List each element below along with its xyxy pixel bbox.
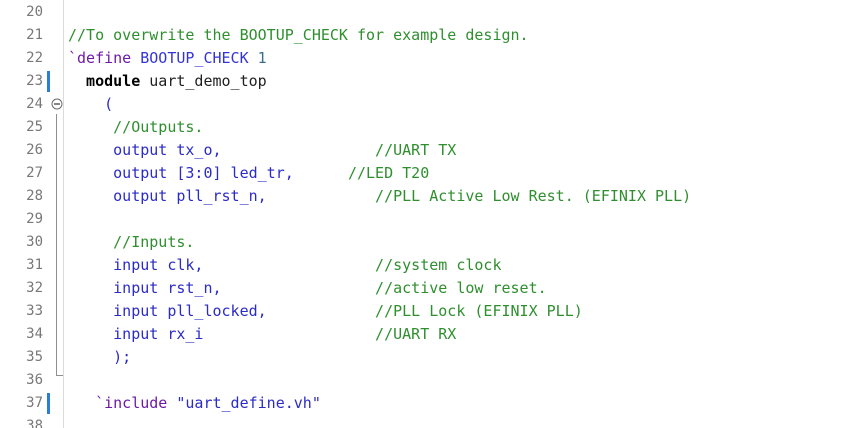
code-token: //To overwrite the BOOTUP_CHECK for exam… — [68, 26, 529, 44]
change-marker — [47, 393, 50, 414]
line-number: 21 — [26, 27, 43, 43]
line-number: 38 — [26, 418, 43, 428]
line-number: 25 — [26, 119, 43, 135]
code-token: //UART TX — [221, 141, 457, 159]
line-number: 29 — [26, 211, 43, 227]
code-text: ( — [68, 93, 113, 116]
code-line[interactable]: 23 module uart_demo_top — [0, 70, 843, 93]
code-token: input pll_locked, — [68, 302, 267, 320]
code-token: `include — [68, 394, 168, 412]
line-number: 20 — [26, 4, 43, 20]
line-number: 34 — [26, 326, 43, 342]
code-token: `define — [68, 49, 132, 67]
code-token: output tx_o, — [68, 141, 222, 159]
code-line[interactable]: 22 `define BOOTUP_CHECK 1 — [0, 47, 843, 70]
fold-range-end — [56, 375, 63, 376]
code-text: input clk, //system clock — [68, 254, 501, 277]
code-token: //Outputs. — [68, 118, 204, 136]
code-line[interactable]: 32 input rst_n, //active low reset. — [0, 277, 843, 300]
code-line[interactable]: 30 //Inputs. — [0, 231, 843, 254]
code-line[interactable]: 31 input clk, //system clock — [0, 254, 843, 277]
code-text: //Inputs. — [68, 231, 194, 254]
code-token: //UART RX — [203, 325, 457, 343]
line-number: 26 — [26, 142, 43, 158]
line-number: 35 — [26, 349, 43, 365]
code-token: input rx_i — [68, 325, 204, 343]
line-number: 36 — [26, 372, 43, 388]
code-token: //LED T20 — [293, 164, 430, 182]
code-token: output pll_rst_n, — [68, 187, 267, 205]
code-line[interactable]: 29 — [0, 208, 843, 231]
code-token: uart_demo_top — [140, 72, 267, 90]
code-line[interactable]: 38 — [0, 415, 843, 428]
change-marker — [47, 71, 50, 92]
code-text: module uart_demo_top — [68, 70, 267, 93]
line-number: 33 — [26, 303, 43, 319]
line-number: 22 — [26, 50, 43, 66]
code-text: //Outputs. — [68, 116, 203, 139]
line-number: 27 — [26, 165, 43, 181]
line-number: 32 — [26, 280, 43, 296]
code-text: input pll_locked, //PLL Lock (EFINIX PLL… — [68, 300, 583, 323]
line-number: 23 — [26, 73, 43, 89]
line-number: 30 — [26, 234, 43, 250]
code-line[interactable]: 27 output [3:0] led_tr, //LED T20 — [0, 162, 843, 185]
code-token: //active low reset. — [221, 279, 547, 297]
code-text: output [3:0] led_tr, //LED T20 — [68, 162, 429, 185]
code-line[interactable]: 36 — [0, 369, 843, 392]
code-text: input rx_i //UART RX — [68, 323, 456, 346]
code-line[interactable]: 28 output pll_rst_n, //PLL Active Low Re… — [0, 185, 843, 208]
code-token: ); — [68, 348, 132, 366]
code-text: `include "uart_define.vh" — [68, 392, 321, 415]
fold-range-line — [56, 114, 57, 376]
line-number: 31 — [26, 257, 43, 273]
code-text: output tx_o, //UART TX — [68, 139, 456, 162]
code-token: 1 — [257, 49, 267, 67]
code-line[interactable]: 20 — [0, 1, 843, 24]
code-line[interactable]: 26 output tx_o, //UART TX — [0, 139, 843, 162]
code-text: output pll_rst_n, //PLL Active Low Rest.… — [68, 185, 691, 208]
code-line[interactable]: 34 input rx_i //UART RX — [0, 323, 843, 346]
code-token: ( — [68, 95, 114, 113]
code-text: ); — [68, 346, 131, 369]
code-text: `define BOOTUP_CHECK 1 — [68, 47, 267, 70]
line-number: 37 — [26, 395, 43, 411]
code-token: BOOTUP_CHECK — [131, 49, 258, 67]
code-token: //system clock — [203, 256, 502, 274]
line-number: 24 — [26, 96, 43, 112]
code-token: output [3:0] led_tr, — [68, 164, 294, 182]
code-line[interactable]: 35 ); — [0, 346, 843, 369]
code-token: //PLL Lock (EFINIX PLL) — [266, 302, 583, 320]
code-token: input clk, — [68, 256, 204, 274]
code-token: "uart_define.vh" — [167, 394, 321, 412]
code-line[interactable]: 21 //To overwrite the BOOTUP_CHECK for ex… — [0, 24, 843, 47]
code-line[interactable]: 24 ( — [0, 93, 843, 116]
code-text: //To overwrite the BOOTUP_CHECK for exam… — [68, 24, 529, 47]
code-line[interactable]: 37 `include "uart_define.vh" — [0, 392, 843, 415]
code-text: input rst_n, //active low reset. — [68, 277, 547, 300]
code-token: //PLL Active Low Rest. (EFINIX PLL) — [266, 187, 692, 205]
code-token: input rst_n, — [68, 279, 222, 297]
code-line[interactable]: 33 input pll_locked, //PLL Lock (EFINIX … — [0, 300, 843, 323]
fold-collapse-icon[interactable] — [51, 98, 63, 110]
code-line[interactable]: 25 //Outputs. — [0, 116, 843, 139]
code-editor[interactable]: 20 21 //To overwrite the BOOTUP_CHECK for … — [0, 0, 843, 428]
line-number: 28 — [26, 188, 43, 204]
code-token: module — [68, 72, 141, 90]
code-token: //Inputs. — [68, 233, 195, 251]
